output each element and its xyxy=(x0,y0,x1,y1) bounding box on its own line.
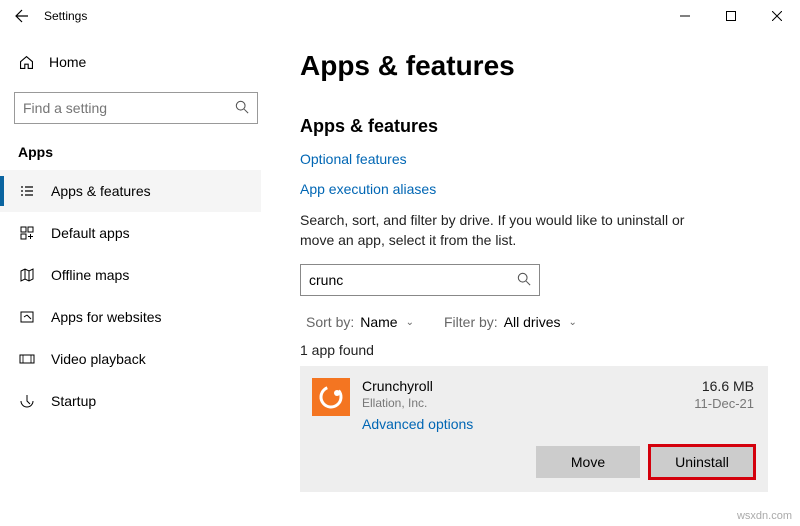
titlebar: Settings xyxy=(0,0,800,32)
search-icon xyxy=(517,272,531,289)
sidebar-search[interactable] xyxy=(14,92,258,124)
sidebar: Home Apps Apps & features Default apps xyxy=(0,32,270,526)
section-subtitle: Apps & features xyxy=(300,116,770,137)
app-publisher: Ellation, Inc. xyxy=(362,396,694,410)
app-card[interactable]: Crunchyroll Ellation, Inc. Advanced opti… xyxy=(300,366,768,492)
filter-by-dropdown[interactable]: Filter by: All drives ⌄ xyxy=(444,314,577,330)
home-label: Home xyxy=(49,54,86,70)
minimize-icon xyxy=(680,11,690,21)
home-icon xyxy=(18,54,35,71)
sidebar-item-video-playback[interactable]: Video playback xyxy=(0,338,261,380)
chevron-down-icon: ⌄ xyxy=(406,317,414,328)
video-playback-icon xyxy=(18,351,35,367)
link-app-execution-aliases[interactable]: App execution aliases xyxy=(300,181,770,197)
app-search-input[interactable] xyxy=(309,272,517,288)
sidebar-item-label: Apps for websites xyxy=(51,309,162,325)
apps-websites-icon xyxy=(18,309,35,325)
maximize-icon xyxy=(726,11,736,21)
move-button[interactable]: Move xyxy=(536,446,640,478)
results-count: 1 app found xyxy=(300,342,770,358)
sidebar-item-apps-websites[interactable]: Apps for websites xyxy=(0,296,261,338)
back-button[interactable] xyxy=(0,0,44,32)
sidebar-item-label: Apps & features xyxy=(51,183,151,199)
sidebar-item-label: Video playback xyxy=(51,351,146,367)
minimize-button[interactable] xyxy=(662,0,708,32)
apps-features-icon xyxy=(18,183,35,199)
maximize-button[interactable] xyxy=(708,0,754,32)
startup-icon xyxy=(18,393,35,409)
app-search[interactable] xyxy=(300,264,540,296)
offline-maps-icon xyxy=(18,267,35,283)
arrow-left-icon xyxy=(14,8,30,24)
app-size: 16.6 MB xyxy=(694,378,754,394)
sidebar-item-label: Default apps xyxy=(51,225,130,241)
description-text: Search, sort, and filter by drive. If yo… xyxy=(300,211,720,250)
sort-by-dropdown[interactable]: Sort by: Name ⌄ xyxy=(306,314,414,330)
link-optional-features[interactable]: Optional features xyxy=(300,151,770,167)
home-row[interactable]: Home xyxy=(0,42,261,82)
sort-value: Name xyxy=(360,314,397,330)
sort-label: Sort by: xyxy=(306,314,354,330)
app-name: Crunchyroll xyxy=(362,378,694,394)
sidebar-search-input[interactable] xyxy=(23,100,235,116)
uninstall-button[interactable]: Uninstall xyxy=(650,446,754,478)
close-icon xyxy=(772,11,782,21)
filter-value: All drives xyxy=(504,314,561,330)
link-advanced-options[interactable]: Advanced options xyxy=(362,416,694,432)
filter-label: Filter by: xyxy=(444,314,498,330)
window-title: Settings xyxy=(44,9,87,23)
sidebar-item-label: Startup xyxy=(51,393,96,409)
page-title: Apps & features xyxy=(300,50,770,82)
sidebar-item-startup[interactable]: Startup xyxy=(0,380,261,422)
sidebar-item-apps-features[interactable]: Apps & features xyxy=(0,170,261,212)
chevron-down-icon: ⌄ xyxy=(568,317,576,328)
default-apps-icon xyxy=(18,225,35,241)
sidebar-item-offline-maps[interactable]: Offline maps xyxy=(0,254,261,296)
watermark: wsxdn.com xyxy=(737,510,792,522)
search-icon xyxy=(235,100,249,117)
close-button[interactable] xyxy=(754,0,800,32)
main-panel: Apps & features Apps & features Optional… xyxy=(270,32,800,526)
app-icon-crunchyroll xyxy=(312,378,350,416)
sidebar-section-label: Apps xyxy=(0,132,261,170)
sidebar-item-label: Offline maps xyxy=(51,267,129,283)
app-date: 11-Dec-21 xyxy=(694,396,754,411)
sidebar-item-default-apps[interactable]: Default apps xyxy=(0,212,261,254)
